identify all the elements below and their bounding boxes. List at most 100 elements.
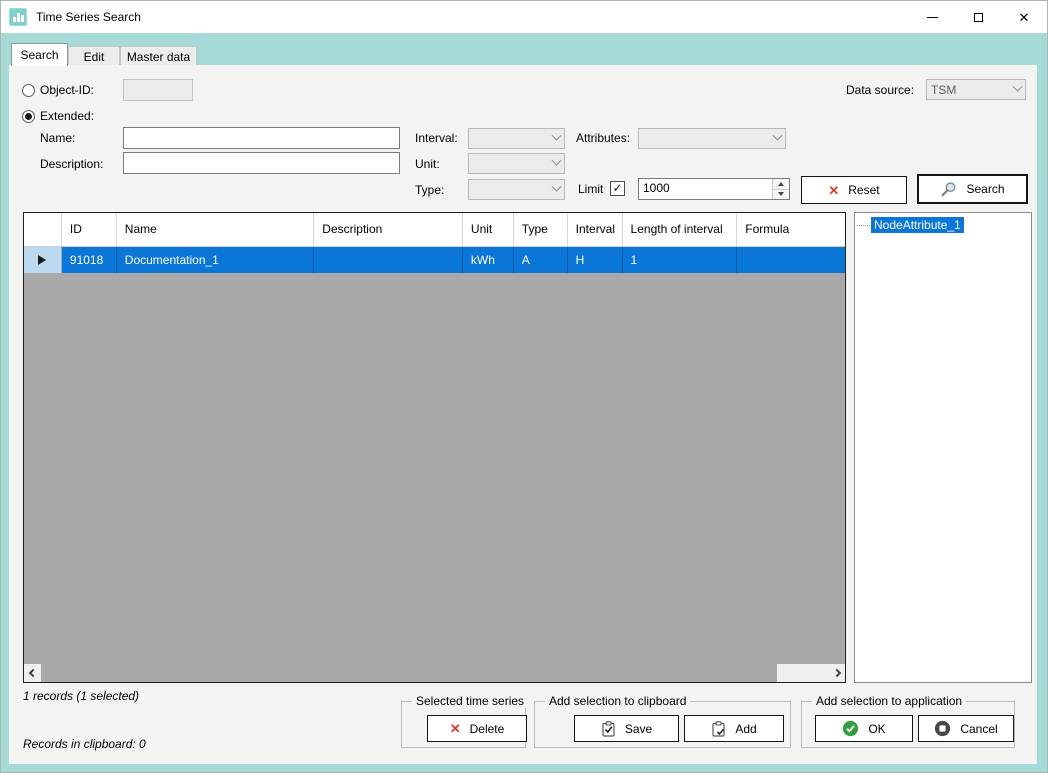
records-status: 1 records (1 selected) — [23, 689, 139, 703]
tree-connector — [857, 225, 870, 226]
green-check-circle-icon — [842, 720, 859, 737]
search-button-label: Search — [966, 182, 1004, 196]
column-header-formula[interactable]: Formula — [737, 213, 845, 246]
cell-name[interactable]: Documentation_1 — [117, 247, 315, 273]
tab-search-label: Search — [20, 48, 58, 62]
ok-button-label: OK — [868, 722, 885, 736]
cancel-button[interactable]: Cancel — [918, 715, 1014, 742]
limit-label: Limit — [578, 182, 603, 196]
column-header-interval[interactable]: Interval — [568, 213, 623, 246]
column-header-length-of-interval[interactable]: Length of interval — [623, 213, 738, 246]
title-bar: Time Series Search ✕ — [1, 1, 1047, 33]
group-selected-time-series: Selected time series ✕ Delete — [401, 701, 526, 748]
tree-item-label[interactable]: NodeAttribute_1 — [871, 217, 964, 233]
red-x-icon: ✕ — [450, 722, 461, 735]
clipboard-add-check-icon — [711, 721, 726, 737]
type-label: Type: — [415, 183, 444, 197]
delete-button-label: Delete — [470, 722, 505, 736]
object-id-radio[interactable] — [22, 84, 35, 97]
description-input[interactable] — [123, 152, 400, 174]
scroll-right-button[interactable] — [828, 664, 845, 682]
tab-search[interactable]: Search — [11, 43, 68, 66]
close-button[interactable]: ✕ — [1001, 1, 1047, 33]
reset-button-label: Reset — [848, 183, 879, 197]
time-series-search-window: Time Series Search ✕ Search Edit Master … — [0, 0, 1048, 773]
extended-radio[interactable] — [22, 110, 35, 123]
add-button[interactable]: Add — [684, 715, 784, 742]
minimize-button[interactable] — [909, 1, 955, 33]
clipboard-status: Records in clipboard: 0 — [23, 737, 146, 751]
minimize-icon — [927, 17, 938, 18]
cell-type[interactable]: A — [514, 247, 568, 273]
current-row-arrow-icon — [38, 255, 46, 265]
tab-edit-label: Edit — [84, 50, 105, 64]
tab-edit[interactable]: Edit — [68, 46, 120, 66]
name-label: Name: — [40, 131, 75, 145]
type-dropdown[interactable] — [468, 179, 565, 200]
column-header-description[interactable]: Description — [314, 213, 463, 246]
table-row[interactable]: 91018 Documentation_1 kWh A H 1 — [24, 247, 845, 273]
maximize-button[interactable] — [955, 1, 1001, 33]
tab-master-data[interactable]: Master data — [120, 46, 197, 66]
ok-button[interactable]: OK — [815, 715, 913, 742]
cell-id[interactable]: 91018 — [62, 247, 117, 273]
app-bar-chart-icon — [9, 8, 27, 26]
limit-spinner[interactable]: 1000 — [638, 178, 790, 200]
window-title: Time Series Search — [36, 10, 141, 24]
tree-item-node-attribute[interactable]: NodeAttribute_1 — [857, 217, 1029, 233]
chevron-down-icon — [773, 131, 783, 141]
unit-label: Unit: — [415, 157, 440, 171]
cell-interval[interactable]: H — [568, 247, 623, 273]
name-input[interactable] — [123, 127, 400, 149]
chevron-down-icon — [552, 156, 562, 166]
column-header-type[interactable]: Type — [514, 213, 568, 246]
tab-master-data-label: Master data — [127, 50, 190, 64]
save-button[interactable]: Save — [574, 715, 679, 742]
limit-checkbox[interactable]: ✓ — [610, 181, 625, 196]
cell-description[interactable] — [314, 247, 463, 273]
column-header-name[interactable]: Name — [117, 213, 315, 246]
group-add-to-application-title: Add selection to application — [812, 694, 966, 708]
arrow-down-icon — [778, 192, 784, 196]
chevron-left-icon — [28, 669, 36, 677]
attributes-dropdown[interactable] — [638, 128, 786, 149]
red-x-icon: ✕ — [828, 184, 839, 197]
column-header-unit[interactable]: Unit — [463, 213, 514, 246]
check-mark-icon: ✓ — [612, 182, 622, 194]
chevron-down-icon — [1013, 82, 1023, 92]
cancel-button-label: Cancel — [960, 722, 997, 736]
limit-value[interactable]: 1000 — [639, 179, 772, 199]
spinner-down-button[interactable] — [773, 189, 789, 200]
scroll-left-button[interactable] — [24, 664, 41, 682]
column-header-id[interactable]: ID — [62, 213, 117, 246]
spinner-up-button[interactable] — [773, 179, 789, 189]
data-source-dropdown: TSM — [926, 79, 1026, 100]
attributes-tree-panel: NodeAttribute_1 — [854, 212, 1032, 683]
row-indicator-cell[interactable] — [24, 247, 62, 273]
scrollbar-thumb[interactable] — [41, 664, 777, 682]
delete-button[interactable]: ✕ Delete — [427, 715, 527, 742]
cell-length-of-interval[interactable]: 1 — [623, 247, 738, 273]
scrollbar-track[interactable] — [777, 664, 828, 682]
row-header-column — [24, 213, 62, 246]
results-table: ID Name Description Unit Type Interval L… — [23, 212, 846, 683]
interval-dropdown[interactable] — [468, 128, 565, 149]
empty-grid-area — [24, 273, 845, 664]
unit-dropdown[interactable] — [468, 153, 565, 174]
horizontal-scrollbar[interactable] — [24, 664, 845, 682]
attributes-label: Attributes: — [576, 131, 630, 145]
stop-circle-icon — [934, 720, 951, 737]
object-id-label: Object-ID: — [40, 83, 94, 97]
search-button[interactable]: Search — [917, 174, 1028, 204]
cell-unit[interactable]: kWh — [463, 247, 514, 273]
data-source-label: Data source: — [846, 83, 914, 97]
cell-formula[interactable] — [737, 247, 845, 273]
chevron-down-icon — [552, 182, 562, 192]
extended-label: Extended: — [40, 109, 94, 123]
object-id-field — [123, 79, 193, 101]
magnifier-icon — [940, 181, 957, 198]
tab-control: Search Edit Master data Object-ID: Exten… — [1, 33, 1047, 772]
group-selected-time-series-title: Selected time series — [412, 694, 528, 708]
search-tab-page: Object-ID: Extended: Name: Description: … — [9, 65, 1037, 764]
reset-button[interactable]: ✕ Reset — [801, 176, 907, 204]
